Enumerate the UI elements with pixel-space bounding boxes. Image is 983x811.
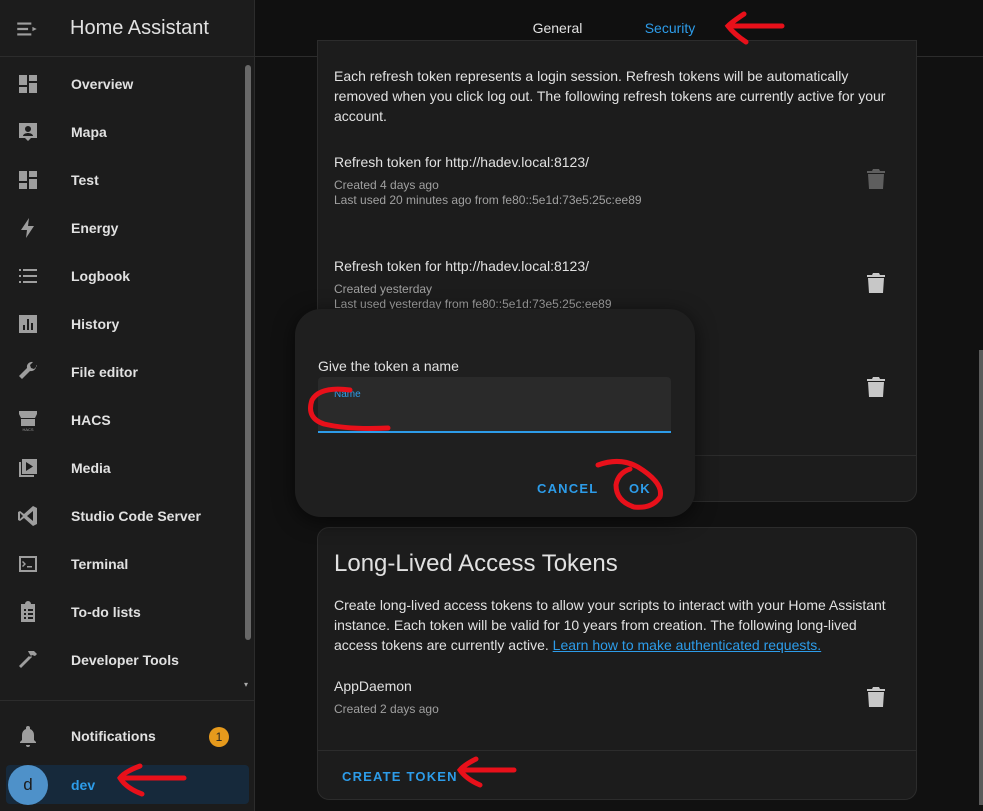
create-token-button[interactable]: CREATE TOKEN bbox=[342, 769, 458, 784]
sidebar-item-studio-code-server[interactable]: Studio Code Server bbox=[0, 492, 240, 540]
sidebar-item-label: Test bbox=[71, 172, 99, 188]
user-name: dev bbox=[71, 777, 96, 793]
sidebar-item-terminal[interactable]: Terminal bbox=[0, 540, 240, 588]
sidebar-item-label: History bbox=[71, 316, 120, 332]
token-last-used: Last used 20 minutes ago from fe80::5e1d… bbox=[334, 193, 642, 207]
dialog-title: Give the token a name bbox=[318, 358, 459, 374]
token-title: Refresh token for http://hadev.local:812… bbox=[334, 154, 590, 170]
token-title: Refresh token for http://hadev.local:812… bbox=[334, 258, 590, 274]
sidebar-item-label: Studio Code Server bbox=[71, 508, 201, 524]
sidebar-item-mapa[interactable]: Mapa bbox=[0, 108, 240, 156]
sidebar-item-label: Terminal bbox=[71, 556, 129, 572]
sidebar-user[interactable]: d dev bbox=[6, 765, 249, 805]
bell-icon bbox=[16, 724, 40, 748]
sidebar-item-notifications[interactable]: Notifications bbox=[0, 712, 240, 760]
sidebar-item-label: Overview bbox=[71, 76, 134, 92]
sidebar-item-media[interactable]: Media bbox=[0, 444, 240, 492]
sidebar-item-test[interactable]: Test bbox=[0, 156, 240, 204]
delete-icon[interactable] bbox=[867, 377, 885, 397]
wrench-icon bbox=[16, 360, 40, 384]
sidebar-item-label: Media bbox=[71, 460, 111, 476]
card-divider bbox=[318, 750, 916, 751]
avatar: d bbox=[8, 765, 48, 805]
long-lived-tokens-card: Long-Lived Access Tokens Create long-liv… bbox=[317, 527, 917, 800]
lightning-bolt-icon bbox=[16, 216, 40, 240]
token-created: Created 4 days ago bbox=[334, 178, 439, 192]
sidebar-divider bbox=[0, 700, 254, 701]
sidebar-item-energy[interactable]: Energy bbox=[0, 204, 240, 252]
hammer-icon bbox=[16, 648, 40, 672]
long-lived-description: Create long-lived access tokens to allow… bbox=[334, 597, 886, 653]
sidebar-item-history[interactable]: History bbox=[0, 300, 240, 348]
map-account-icon bbox=[16, 120, 40, 144]
field-label: Name bbox=[334, 389, 361, 400]
dashboard-icon bbox=[16, 72, 40, 96]
sidebar-item-label: To-do lists bbox=[71, 604, 141, 620]
menu-toggle-icon[interactable] bbox=[14, 16, 40, 42]
clipboard-list-icon bbox=[16, 600, 40, 624]
sidebar-item-label: HACS bbox=[71, 412, 111, 428]
play-box-icon bbox=[16, 456, 40, 480]
app-title: Home Assistant bbox=[70, 17, 209, 39]
svg-text:HACS: HACS bbox=[22, 427, 33, 432]
sidebar-item-file-editor[interactable]: File editor bbox=[0, 348, 240, 396]
long-lived-title: Long-Lived Access Tokens bbox=[334, 550, 618, 577]
chart-box-icon bbox=[16, 312, 40, 336]
sidebar-item-logbook[interactable]: Logbook bbox=[0, 252, 240, 300]
sidebar-item-label: Energy bbox=[71, 220, 119, 236]
delete-icon[interactable] bbox=[867, 687, 885, 707]
token-name-dialog: Give the token a name Name CANCEL OK bbox=[295, 309, 695, 517]
sidebar-item-to-do-lists[interactable]: To-do lists bbox=[0, 588, 240, 636]
ok-button[interactable]: OK bbox=[629, 481, 651, 496]
sidebar-header: Home Assistant bbox=[0, 0, 255, 57]
sidebar-scrollbar[interactable] bbox=[245, 65, 251, 640]
delete-icon[interactable] bbox=[867, 169, 885, 189]
dashboard-icon bbox=[16, 168, 40, 192]
token-name: AppDaemon bbox=[334, 678, 412, 694]
authenticated-requests-link[interactable]: Learn how to make authenticated requests… bbox=[553, 637, 822, 653]
refresh-tokens-description: Each refresh token represents a login se… bbox=[334, 68, 886, 124]
token-created: Created 2 days ago bbox=[334, 702, 439, 716]
vscode-icon bbox=[16, 504, 40, 528]
sidebar-item-label: Developer Tools bbox=[71, 652, 179, 668]
hacs-store-icon: HACS bbox=[16, 408, 40, 432]
sidebar-item-label: Mapa bbox=[71, 124, 107, 140]
sidebar-item-label: Notifications bbox=[71, 728, 156, 744]
sidebar-item-label: File editor bbox=[71, 364, 138, 380]
token-created: Created yesterday bbox=[334, 282, 433, 296]
main-scrollbar[interactable] bbox=[979, 350, 983, 805]
console-icon bbox=[16, 552, 40, 576]
token-name-input[interactable]: Name bbox=[318, 377, 671, 433]
sidebar-item-overview[interactable]: Overview bbox=[0, 60, 240, 108]
sidebar-item-label: Logbook bbox=[71, 268, 131, 284]
sidebar: Home Assistant Overview Mapa Test Energy… bbox=[0, 0, 255, 811]
scroll-down-icon[interactable]: ▾ bbox=[244, 680, 248, 689]
sidebar-item-hacs[interactable]: HACS HACS bbox=[0, 396, 240, 444]
sidebar-item-developer-tools[interactable]: Developer Tools bbox=[0, 636, 240, 684]
list-icon bbox=[16, 264, 40, 288]
cancel-button[interactable]: CANCEL bbox=[537, 481, 598, 496]
notification-badge: 1 bbox=[209, 727, 229, 747]
delete-icon[interactable] bbox=[867, 273, 885, 293]
